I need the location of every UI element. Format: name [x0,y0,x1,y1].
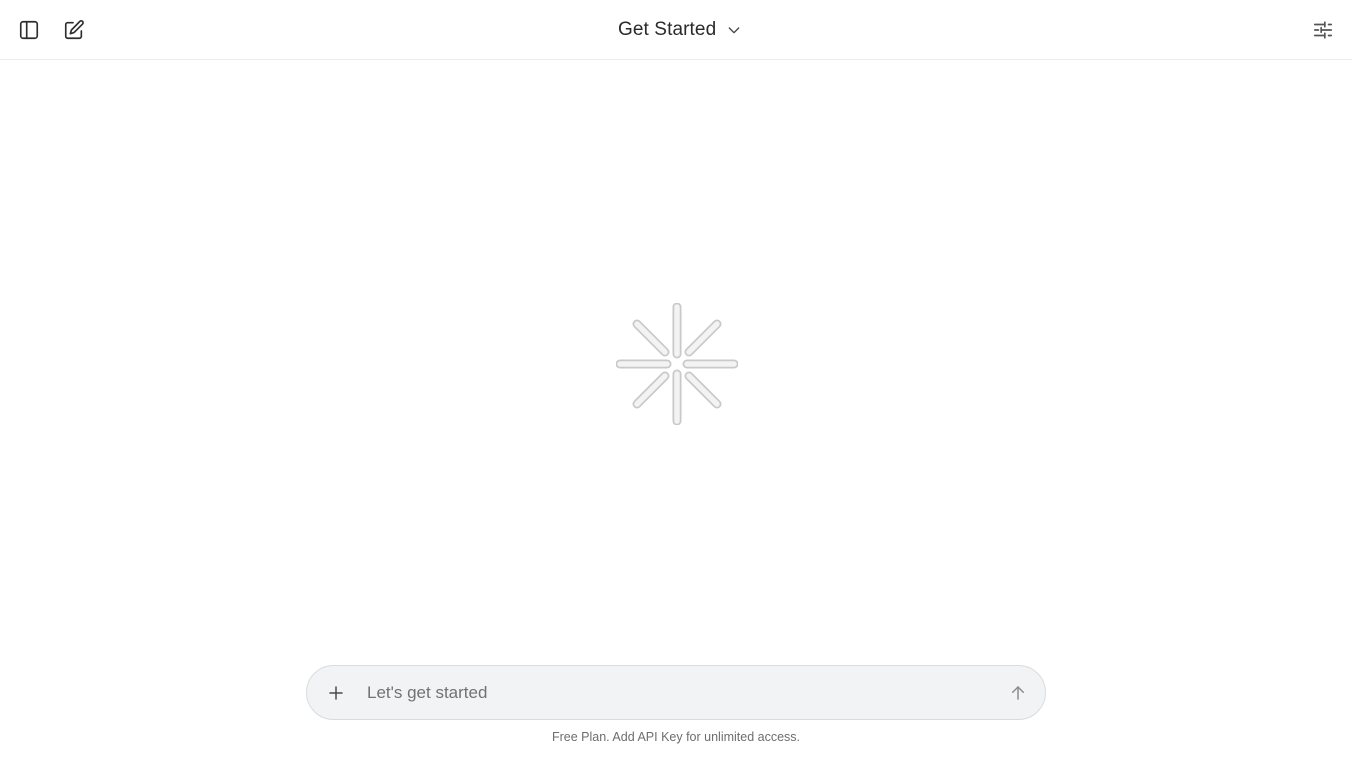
send-button[interactable] [1003,678,1033,708]
sliders-icon [1313,21,1333,39]
new-chat-button[interactable] [58,14,90,46]
page-title: Get Started [618,19,717,40]
spinner-icon [615,302,739,426]
settings-button[interactable] [1307,14,1339,46]
conversation-title-dropdown[interactable]: Get Started [608,14,752,46]
plus-icon [329,686,343,700]
add-attachment-button[interactable] [321,678,351,708]
edit-square-icon [64,20,84,40]
plan-notice: Free Plan. Add API Key for unlimited acc… [551,730,801,744]
message-composer [306,665,1046,720]
sidebar-toggle-button[interactable] [13,14,45,46]
loading-spinner [615,302,739,426]
arrow-up-icon [1012,686,1024,700]
prompt-input[interactable] [367,674,987,712]
sidebar-panel-icon [19,20,39,40]
chevron-down-icon [728,27,740,34]
top-bar: Get Started [0,0,1352,60]
